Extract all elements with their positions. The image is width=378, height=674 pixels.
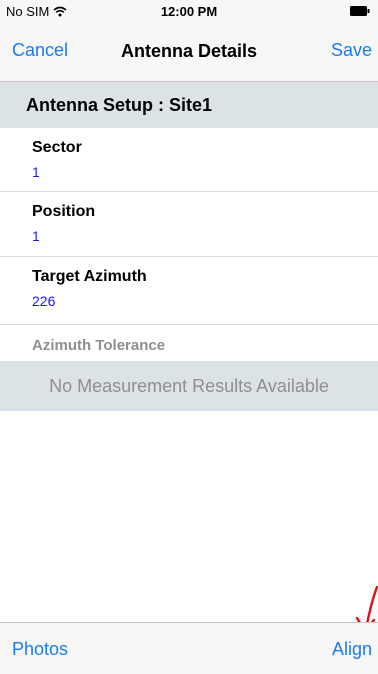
azimuth-tolerance-label: Azimuth Tolerance xyxy=(32,337,166,354)
navigation-bar: Cancel Antenna Details Save xyxy=(0,22,378,82)
section-header: Antenna Setup : Site1 xyxy=(0,82,378,128)
target-azimuth-row[interactable]: Target Azimuth 226 xyxy=(0,257,378,325)
status-time: 12:00 PM xyxy=(160,4,218,19)
align-button[interactable]: Align xyxy=(332,639,372,660)
position-label: Position xyxy=(32,203,96,220)
target-azimuth-label: Target Azimuth xyxy=(32,268,147,285)
bottom-toolbar: Photos Align xyxy=(0,622,378,674)
position-value: 1 xyxy=(32,228,40,244)
target-azimuth-value: 226 xyxy=(32,293,56,309)
position-row[interactable]: Position 1 xyxy=(0,192,378,257)
sector-row[interactable]: Sector 1 xyxy=(0,128,378,192)
battery-icon xyxy=(350,6,370,16)
save-button[interactable]: Save xyxy=(331,40,372,61)
page-title: Antenna Details xyxy=(120,41,258,61)
sector-value: 1 xyxy=(32,164,40,180)
azimuth-tolerance-row: Azimuth Tolerance xyxy=(0,325,378,361)
sector-label: Sector xyxy=(32,139,82,156)
status-bar: No SIM 12:00 PM xyxy=(0,0,378,22)
no-results-message: No Measurement Results Available xyxy=(0,361,378,411)
photos-button[interactable]: Photos xyxy=(12,639,68,660)
